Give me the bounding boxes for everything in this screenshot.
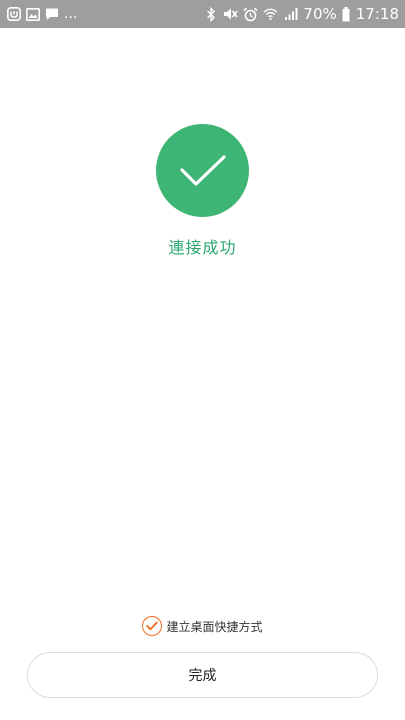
success-badge [156, 124, 249, 217]
notification-overflow: ... [64, 6, 78, 22]
connection-status-text: 連接成功 [168, 238, 237, 257]
done-button-label: 完成 [188, 668, 217, 684]
status-bar-right: 70% 17:18 [203, 0, 399, 28]
bluetooth-icon [203, 6, 218, 22]
status-bar-left: ... [6, 0, 77, 28]
battery-icon [342, 6, 351, 22]
clock: 17:18 [355, 5, 399, 23]
message-icon [44, 7, 59, 22]
battery-percent: 70% [303, 5, 337, 23]
check-icon [178, 153, 228, 189]
image-icon [25, 7, 40, 22]
shortcut-label: 建立桌面快捷方式 [166, 619, 263, 634]
alarm-icon [243, 7, 258, 22]
signal-icon [283, 7, 298, 22]
mi-home-icon [6, 7, 21, 22]
checkmark-icon [146, 621, 159, 631]
wifi-icon [263, 7, 278, 22]
done-button[interactable]: 完成 [27, 652, 378, 698]
status-bar: ... 70% 17:18 [0, 0, 405, 28]
mute-icon [223, 7, 239, 22]
create-shortcut-option[interactable]: 建立桌面快捷方式 [0, 615, 405, 637]
shortcut-checkbox[interactable] [142, 616, 163, 636]
